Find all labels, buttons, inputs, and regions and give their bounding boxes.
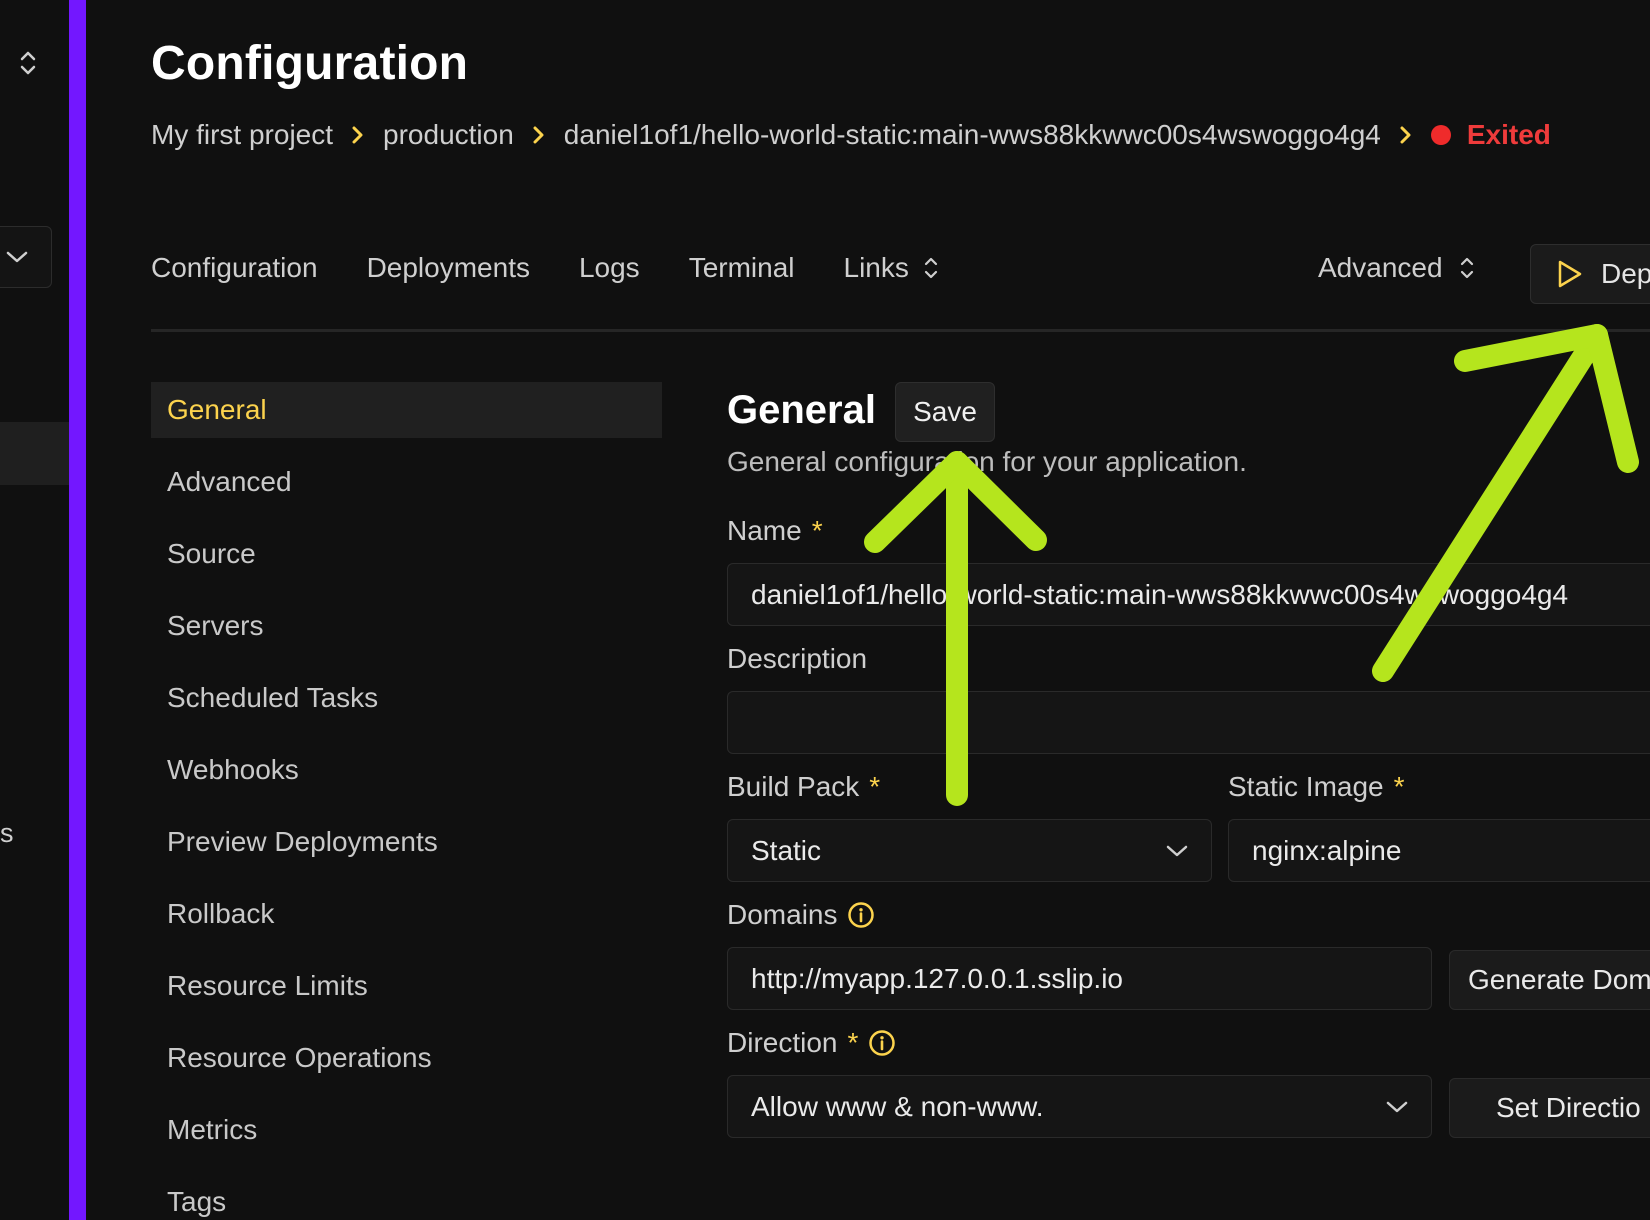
direction-label-text: Direction (727, 1027, 838, 1058)
description-label: Description (727, 643, 867, 675)
domains-label: Domains (727, 899, 875, 931)
tab-advanced-label: Advanced (1318, 252, 1443, 283)
nav-item-metrics[interactable]: Metrics (151, 1102, 662, 1158)
nav-item-source[interactable]: Source (151, 526, 662, 582)
breadcrumb-environment[interactable]: production (383, 119, 514, 151)
nav-item-rollback[interactable]: Rollback (151, 886, 662, 942)
sidebar-active-item[interactable] (0, 422, 69, 485)
nav-item-webhooks[interactable]: Webhooks (151, 742, 662, 798)
info-icon[interactable] (868, 1029, 896, 1057)
section-subtitle: General configuration for your applicati… (727, 446, 1247, 477)
section-title: General (727, 388, 876, 432)
description-label-text: Description (727, 643, 868, 674)
nav-item-advanced[interactable]: Advanced (151, 454, 662, 510)
chevron-right-icon (351, 124, 365, 146)
tab-advanced[interactable]: Advanced (1318, 252, 1475, 284)
tab-terminal[interactable]: Terminal (689, 252, 795, 284)
static-image-value: nginx:alpine (1252, 834, 1402, 866)
info-icon[interactable] (847, 901, 875, 929)
direction-select[interactable]: Allow www & non-www. (727, 1075, 1432, 1138)
breadcrumb-application[interactable]: daniel1of1/hello-world-static:main-wws88… (564, 119, 1381, 151)
nav-item-resource-operations[interactable]: Resource Operations (151, 1030, 662, 1086)
app-window: s Configuration My first project product… (0, 0, 1650, 1220)
name-input-value: daniel1of1/hello-world-static:main-wws88… (751, 578, 1569, 610)
nav-item-servers[interactable]: Servers (151, 598, 662, 654)
play-icon (1558, 260, 1582, 288)
team-select[interactable] (0, 226, 52, 288)
status-dot (1430, 125, 1451, 145)
chevron-down-icon (1166, 845, 1188, 857)
accent-bar (69, 0, 86, 1220)
status-badge: Exited (1466, 119, 1551, 150)
chevron-updown-icon (1460, 257, 1473, 279)
nav-item-scheduled-tasks[interactable]: Scheduled Tasks (151, 670, 662, 726)
tab-links-label: Links (843, 252, 909, 283)
required-mark: * (811, 515, 823, 546)
tab-deployments[interactable]: Deployments (367, 252, 530, 284)
nav-item-resource-limits[interactable]: Resource Limits (151, 958, 662, 1014)
tab-links[interactable]: Links (844, 252, 939, 284)
nav-item-tags[interactable]: Tags (151, 1174, 662, 1220)
nav-item-general[interactable]: General (151, 382, 662, 438)
build-pack-select[interactable]: Static (727, 819, 1212, 882)
set-direction-button[interactable]: Set Directio (1449, 1078, 1650, 1138)
chevron-right-icon (532, 124, 546, 146)
chevron-updown-icon (924, 257, 937, 279)
tab-bar: Configuration Deployments Logs Terminal … (151, 252, 988, 284)
generate-domain-button[interactable]: Generate Dom (1449, 950, 1650, 1010)
build-pack-value: Static (751, 834, 822, 866)
domains-value: http://myapp.127.0.0.1.sslip.io (751, 962, 1123, 994)
chevron-down-icon (6, 251, 28, 263)
breadcrumb-project[interactable]: My first project (151, 119, 333, 151)
static-image-input[interactable]: nginx:alpine (1228, 819, 1650, 882)
direction-value: Allow www & non-www. (751, 1090, 1044, 1122)
required-mark: * (847, 1027, 859, 1058)
breadcrumb: My first project production daniel1of1/h… (151, 115, 1551, 155)
description-input[interactable] (727, 691, 1650, 754)
name-label-text: Name (727, 515, 802, 546)
build-pack-label: Build Pack * (727, 771, 880, 803)
page-title: Configuration (151, 37, 469, 90)
tab-configuration[interactable]: Configuration (151, 252, 318, 284)
chevron-right-icon (1399, 124, 1413, 146)
name-label: Name * (727, 515, 823, 547)
sidebar-item-label[interactable]: s (0, 818, 14, 849)
deploy-button-label: Dep (1601, 258, 1650, 289)
build-pack-label-text: Build Pack (727, 771, 860, 802)
required-mark: * (1393, 771, 1405, 802)
domains-label-text: Domains (727, 899, 838, 930)
required-mark: * (869, 771, 881, 802)
nav-item-preview-deployments[interactable]: Preview Deployments (151, 814, 662, 870)
sidebar-sliver: s (0, 0, 69, 1220)
domains-input[interactable]: http://myapp.127.0.0.1.sslip.io (727, 947, 1432, 1010)
chevron-down-icon (1386, 1101, 1408, 1113)
save-button[interactable]: Save (895, 382, 995, 442)
chevron-updown-icon[interactable] (18, 48, 38, 78)
static-image-label-text: Static Image (1228, 771, 1384, 802)
name-input[interactable]: daniel1of1/hello-world-static:main-wws88… (727, 563, 1650, 626)
direction-label: Direction * (727, 1027, 896, 1059)
settings-nav: General Advanced Source Servers Schedule… (151, 382, 662, 1220)
deploy-button[interactable]: Dep (1530, 244, 1650, 304)
static-image-label: Static Image * (1228, 771, 1405, 803)
tabs-divider (151, 329, 1650, 332)
tab-logs[interactable]: Logs (579, 252, 640, 284)
